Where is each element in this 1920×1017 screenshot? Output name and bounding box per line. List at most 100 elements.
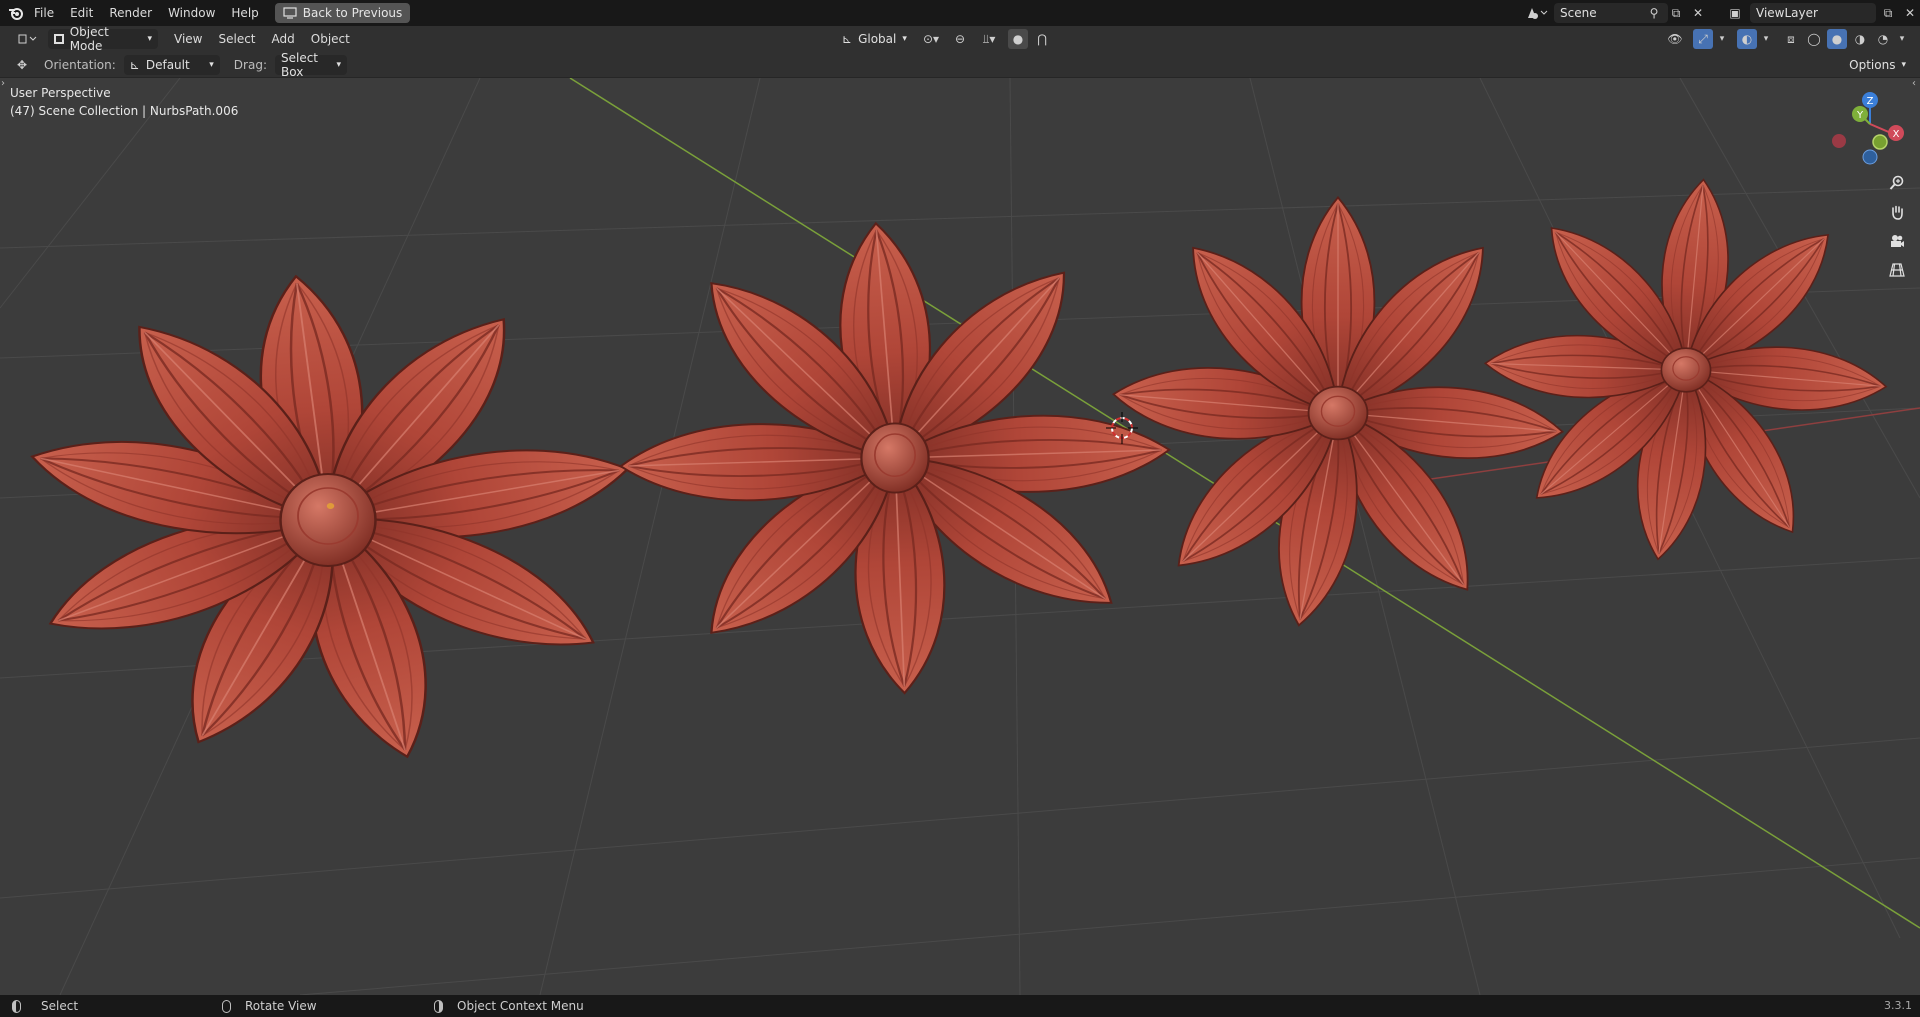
menu-select[interactable]: Select — [210, 26, 263, 52]
snap-target-icon[interactable]: ⫫▾ — [974, 29, 1004, 49]
chevron-down-icon: ▾ — [209, 59, 214, 70]
active-collection-label: (47) Scene Collection | NurbsPath.006 — [10, 104, 239, 118]
drag-label: Drag: — [233, 57, 267, 72]
top-bar: File Edit Render Window Help Back to Pre… — [0, 0, 1920, 26]
solid-shading-icon[interactable]: ● — [1827, 29, 1847, 49]
chevron-down-icon: ▾ — [147, 34, 152, 44]
transform-orientation-dropdown[interactable]: ⊾ Global ▾ — [836, 29, 912, 49]
menu-add[interactable]: Add — [264, 26, 303, 52]
viewport-shading-controls: 👁 ⤢ ▾ ◐ ▾ ⧈ ◯ ● ◑ ◔ ▾ — [1660, 29, 1908, 49]
pin-icon[interactable]: ⚲ — [1644, 3, 1664, 23]
editor-type-icon[interactable] — [12, 29, 42, 49]
view-layer-selector: ▣ ViewLayer ⧉ ✕ — [1722, 3, 1920, 23]
view-layer-field[interactable]: ViewLayer — [1750, 3, 1876, 23]
chevron-down-icon: ▾ — [336, 59, 341, 70]
shading-dropdown-icon[interactable]: ▾ — [1896, 29, 1908, 49]
back-to-previous-label: Back to Previous — [302, 6, 403, 20]
overlays-dropdown-icon[interactable]: ▾ — [1760, 29, 1772, 49]
gizmo-x-label: X — [1893, 129, 1900, 140]
mouse-left-icon — [12, 999, 21, 1013]
camera-icon[interactable] — [1884, 228, 1910, 254]
delete-view-layer-icon[interactable]: ✕ — [1900, 3, 1920, 23]
perspective-grid-icon[interactable] — [1884, 257, 1910, 283]
navigation-gizmo[interactable]: Z X Y — [1830, 88, 1910, 168]
orientation-axis-icon: ⊾ — [129, 57, 140, 72]
neg-y-axis-handle[interactable] — [1872, 134, 1888, 150]
menu-render[interactable]: Render — [101, 0, 160, 26]
status-select-label: Select — [41, 999, 79, 1013]
status-rotate-hint: Rotate View — [222, 995, 317, 1017]
xray-icon[interactable]: ⧈ — [1781, 29, 1801, 49]
zoom-icon[interactable] — [1884, 170, 1910, 196]
tool-settings-bar: ✥ Orientation: ⊾ Default ▾ Drag: Select … — [0, 51, 1920, 79]
menu-view[interactable]: View — [166, 26, 210, 52]
status-context-hint: Object Context Menu — [434, 995, 584, 1017]
menu-object[interactable]: Object — [303, 26, 358, 52]
view-layer-icon[interactable]: ▣ — [1722, 3, 1748, 23]
neg-z-axis-handle[interactable] — [1862, 149, 1878, 165]
drag-value: Select Box — [280, 50, 319, 79]
screen-icon — [283, 7, 297, 19]
3d-viewport[interactable]: User Perspective (47) Scene Collection |… — [0, 78, 1920, 995]
snap-icon[interactable]: ⊖ — [950, 29, 970, 49]
scene-name: Scene — [1560, 6, 1597, 20]
toolbar-toggle-icon[interactable]: › — [1, 78, 5, 89]
menu-help[interactable]: Help — [223, 0, 266, 26]
flower-mesh-1[interactable] — [19, 272, 637, 767]
transform-controls: ⊾ Global ▾ ⊙▾ ⊖ ⫫▾ ● ⋂ — [836, 29, 1052, 49]
options-dropdown[interactable]: Options ▾ — [1843, 55, 1912, 75]
mouse-middle-icon — [222, 999, 231, 1013]
pan-hand-icon[interactable] — [1884, 199, 1910, 225]
pivot-point-icon[interactable]: ⊙▾ — [916, 29, 946, 49]
status-select-hint: Select — [12, 995, 78, 1017]
view-layer-name: ViewLayer — [1756, 6, 1818, 20]
menu-edit[interactable]: Edit — [62, 0, 101, 26]
version-label: 3.3.1 — [1884, 999, 1912, 1012]
rendered-shading-icon[interactable]: ◔ — [1873, 29, 1893, 49]
flower-mesh-2[interactable] — [619, 221, 1171, 695]
flower-mesh-3[interactable] — [1110, 197, 1565, 631]
orientation-value: Default — [145, 57, 190, 72]
status-rotate-label: Rotate View — [245, 999, 317, 1013]
flower-mesh-4[interactable] — [1484, 177, 1889, 564]
gizmo-dropdown-icon[interactable]: ▾ — [1716, 29, 1728, 49]
transform-orientation-label: Global — [858, 32, 897, 46]
sidebar-toggle-icon[interactable]: ‹ — [1912, 78, 1916, 89]
new-scene-icon[interactable]: ⧉ — [1666, 3, 1686, 23]
mode-label: Object Mode — [69, 25, 109, 53]
gizmo-y-label: Y — [1856, 110, 1864, 121]
scene-icon[interactable] — [1522, 3, 1552, 23]
mouse-right-icon — [434, 999, 443, 1013]
material-shading-icon[interactable]: ◑ — [1850, 29, 1870, 49]
status-bar: Select Rotate View Object Context Menu 3… — [0, 995, 1920, 1017]
proportional-editing-icon[interactable]: ● — [1008, 29, 1028, 49]
blender-logo-icon[interactable] — [6, 3, 26, 23]
back-to-previous-button[interactable]: Back to Previous — [274, 3, 411, 23]
viewport-canvas — [0, 78, 1920, 995]
wireframe-shading-icon[interactable]: ◯ — [1804, 29, 1824, 49]
view-perspective-label: User Perspective — [10, 86, 111, 100]
drag-dropdown[interactable]: Select Box ▾ — [274, 51, 347, 79]
options-label: Options — [1849, 58, 1896, 72]
falloff-icon[interactable]: ⋂ — [1032, 29, 1052, 49]
object-mode-icon — [54, 34, 64, 44]
menu-window[interactable]: Window — [160, 0, 223, 26]
viewport-header: Object Mode ▾ View Select Add Object ⊾ G… — [0, 25, 1920, 53]
scene-selector: Scene ⚲ ⧉ ✕ — [1522, 3, 1708, 23]
chevron-down-icon: ▾ — [1901, 60, 1906, 70]
orientation-label: Orientation: — [44, 57, 116, 72]
visibility-icon[interactable]: 👁 — [1660, 29, 1690, 49]
gizmo-z-label: Z — [1867, 96, 1874, 107]
orientation-dropdown[interactable]: ⊾ Default ▾ — [123, 54, 220, 75]
status-context-label: Object Context Menu — [457, 999, 584, 1013]
overlays-toggle-icon[interactable]: ◐ — [1737, 29, 1757, 49]
move-tool-icon[interactable]: ✥ — [12, 55, 32, 75]
neg-x-axis-handle[interactable] — [1832, 134, 1846, 148]
gizmo-toggle-icon[interactable]: ⤢ — [1693, 29, 1713, 49]
new-view-layer-icon[interactable]: ⧉ — [1878, 3, 1898, 23]
chevron-down-icon: ▾ — [902, 34, 907, 44]
delete-scene-icon[interactable]: ✕ — [1688, 3, 1708, 23]
mode-dropdown[interactable]: Object Mode ▾ — [48, 25, 158, 53]
menu-file[interactable]: File — [26, 0, 62, 26]
axis-icon: ⊾ — [842, 32, 853, 46]
